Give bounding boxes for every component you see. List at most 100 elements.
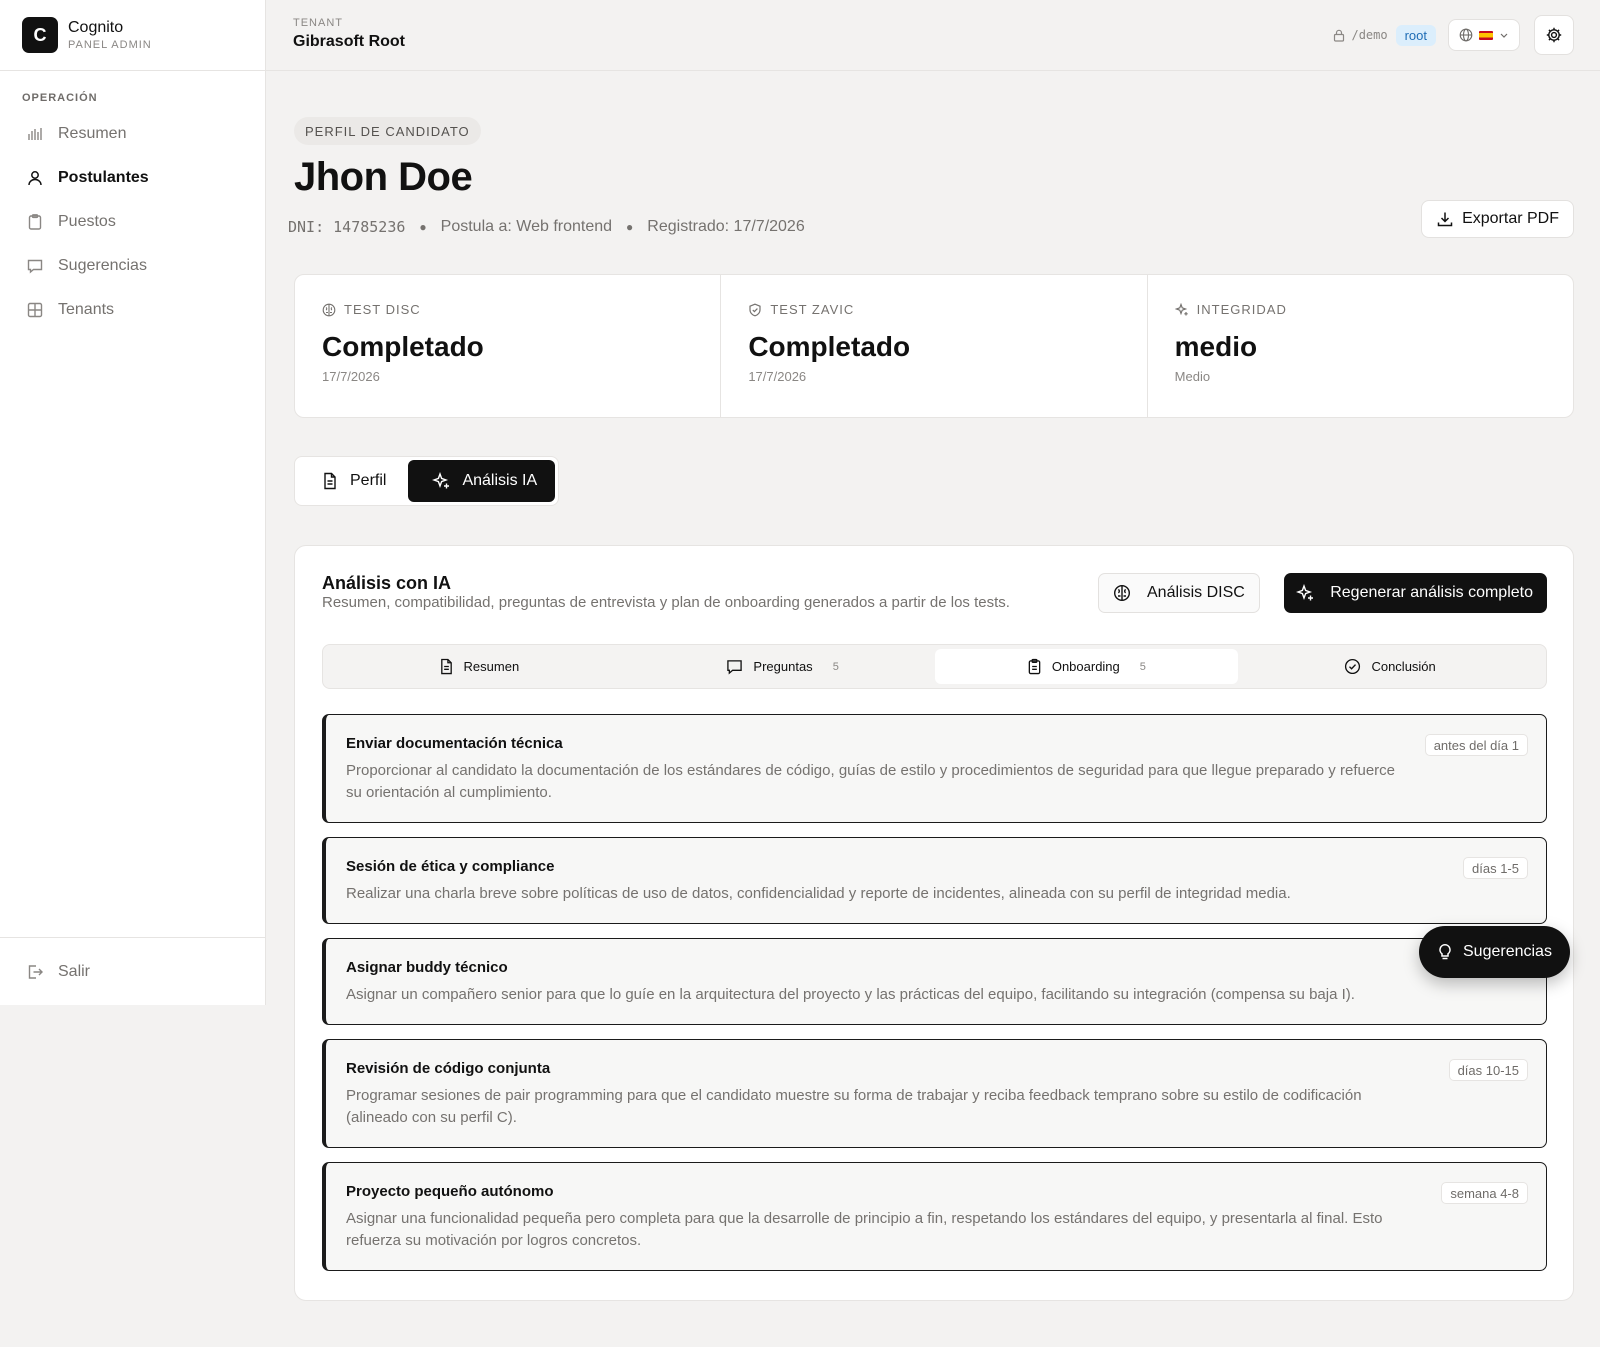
message-icon [726, 659, 743, 675]
settings-button[interactable] [1534, 15, 1574, 55]
subtab-preguntas[interactable]: Preguntas 5 [631, 649, 935, 684]
analysis-subtabs: Resumen Preguntas 5 Onboarding 5 Conclus… [322, 644, 1547, 689]
sparkles-icon [1296, 584, 1314, 602]
candidate-meta: DNI: 14785236 ● Postula a: Web frontend … [288, 218, 805, 236]
separator-dot: ● [419, 220, 427, 234]
card-title: Revisión de código conjunta [346, 1060, 551, 1077]
stat-value: Completado [322, 331, 484, 362]
stat-date: 17/7/2026 [748, 369, 807, 384]
card-body: Asignar un compañero senior para que lo … [346, 986, 1355, 1003]
stat-disc: TEST DISC Completado 17/7/2026 [295, 275, 722, 417]
regenerate-analysis-button[interactable]: Regenerar análisis completo [1284, 573, 1547, 613]
brand-name: Cognito [68, 19, 124, 36]
candidate-dni: DNI: 14785236 [288, 218, 406, 236]
subtab-count: 5 [1139, 660, 1146, 673]
card-title: Asignar buddy técnico [346, 959, 508, 976]
candidate-name: Jhon Doe [294, 155, 473, 199]
candidate-registered: Registrado: 17/7/2026 [647, 218, 805, 235]
card-body: Asignar una funcionalidad pequeña pero c… [346, 1210, 1383, 1249]
path-text: /demo [1351, 28, 1388, 42]
stat-value: medio [1174, 331, 1258, 362]
view-tabs: Perfil Análisis IA [294, 456, 560, 506]
sidebar-item-label: Puestos [58, 213, 116, 230]
sidebar-nav: Resumen Postulantes Puestos Sugerencias … [0, 112, 265, 332]
document-icon [322, 472, 338, 490]
card-body: Programar sesiones de pair programming p… [346, 1087, 1362, 1126]
check-circle-icon [1344, 658, 1361, 675]
spain-flag-icon [1479, 30, 1493, 40]
card-title: Enviar documentación técnica [346, 735, 563, 752]
stat-label: INTEGRIDAD [1196, 302, 1287, 317]
subtab-resumen[interactable]: Resumen [327, 649, 631, 684]
lightbulb-icon [1437, 943, 1453, 961]
test-stats: TEST DISC Completado 17/7/2026 TEST ZAVI… [294, 274, 1574, 418]
topbar: TENANT Gibrasoft Root /demo root [266, 0, 1600, 71]
logout-button[interactable]: Salir [0, 937, 265, 1005]
timing-badge: días 1-5 [1463, 857, 1528, 879]
logout-icon [26, 963, 44, 981]
panel-description: Resumen, compatibilidad, preguntas de en… [322, 594, 1010, 611]
sidebar-item-resumen[interactable]: Resumen [0, 112, 265, 156]
lock-icon [1333, 29, 1345, 42]
globe-icon [1459, 28, 1473, 42]
onboarding-card: Sesión de ética y compliance Realizar un… [322, 837, 1547, 924]
timing-badge: días 10-15 [1448, 1059, 1528, 1081]
sidebar-item-label: Resumen [58, 125, 127, 142]
brand[interactable]: C Cognito PANEL ADMIN [0, 0, 265, 71]
onboarding-card: Asignar buddy técnico Asignar un compañe… [322, 938, 1547, 1025]
onboarding-list: Enviar documentación técnica Proporciona… [322, 714, 1547, 1285]
sidebar-item-puestos[interactable]: Puestos [0, 200, 265, 244]
sidebar-item-label: Sugerencias [58, 257, 147, 274]
suggestions-fab[interactable]: Sugerencias [1419, 926, 1570, 978]
card-title: Proyecto pequeño autónomo [346, 1183, 554, 1200]
tenant-label: TENANT [293, 17, 343, 29]
sidebar-item-label: Postulantes [58, 169, 149, 186]
section-pill: PERFIL DE CANDIDATO [294, 117, 481, 145]
sidebar-item-label: Tenants [58, 301, 115, 318]
sidebar-item-sugerencias[interactable]: Sugerencias [0, 244, 265, 288]
clipboard-icon [26, 213, 44, 231]
stat-label: TEST ZAVIC [770, 302, 855, 317]
sidebar-item-tenants[interactable]: Tenants [0, 288, 265, 332]
card-title: Sesión de ética y compliance [346, 858, 555, 875]
subtab-conclusion[interactable]: Conclusión [1238, 649, 1542, 684]
subtab-label: Preguntas [753, 659, 813, 674]
panel-title: Análisis con IA [322, 573, 452, 593]
timing-badge: semana 4-8 [1441, 1182, 1528, 1204]
stat-date: 17/7/2026 [322, 369, 380, 384]
subtab-onboarding[interactable]: Onboarding 5 [934, 649, 1239, 684]
gear-icon [1545, 26, 1563, 44]
tab-label: Perfil [350, 472, 387, 489]
shield-icon [748, 303, 762, 317]
disc-button-label: Análisis DISC [1147, 584, 1245, 601]
brand-logo: C [22, 17, 58, 53]
nav-section-label: OPERACIÓN [22, 92, 98, 104]
export-pdf-button[interactable]: Exportar PDF [1421, 200, 1574, 238]
tab-analisis-ia[interactable]: Análisis IA [408, 460, 556, 502]
brand-subtitle: PANEL ADMIN [68, 39, 152, 51]
subtab-label: Conclusión [1371, 659, 1436, 674]
message-icon [26, 257, 44, 275]
tab-perfil[interactable]: Perfil [298, 460, 404, 502]
ai-analysis-panel: Análisis con IA Resumen, compatibilidad,… [294, 545, 1574, 1301]
card-body: Proporcionar al candidato la documentaci… [346, 762, 1396, 801]
sparkles-icon [432, 472, 450, 490]
subtab-count: 5 [832, 660, 839, 673]
separator-dot: ● [626, 220, 634, 234]
role-badge: root [1395, 24, 1436, 46]
language-selector[interactable] [1448, 19, 1520, 51]
sparkles-icon [1174, 302, 1189, 317]
subtab-label: Onboarding [1051, 659, 1120, 674]
subtab-label: Resumen [463, 659, 520, 674]
disc-analysis-button[interactable]: Análisis DISC [1098, 573, 1260, 613]
onboarding-card: Proyecto pequeño autónomo Asignar una fu… [322, 1162, 1547, 1271]
sidebar-item-postulantes[interactable]: Postulantes [0, 156, 265, 200]
stat-integridad: INTEGRIDAD medio Medio [1148, 275, 1573, 417]
chevron-down-icon [1499, 30, 1509, 40]
regenerate-button-label: Regenerar análisis completo [1330, 584, 1533, 601]
bar-chart-icon [26, 125, 44, 143]
onboarding-card: Revisión de código conjunta Programar se… [322, 1039, 1547, 1148]
logout-label: Salir [58, 962, 91, 980]
tab-label: Análisis IA [462, 472, 538, 489]
tenant-path: /demo [1333, 28, 1388, 42]
